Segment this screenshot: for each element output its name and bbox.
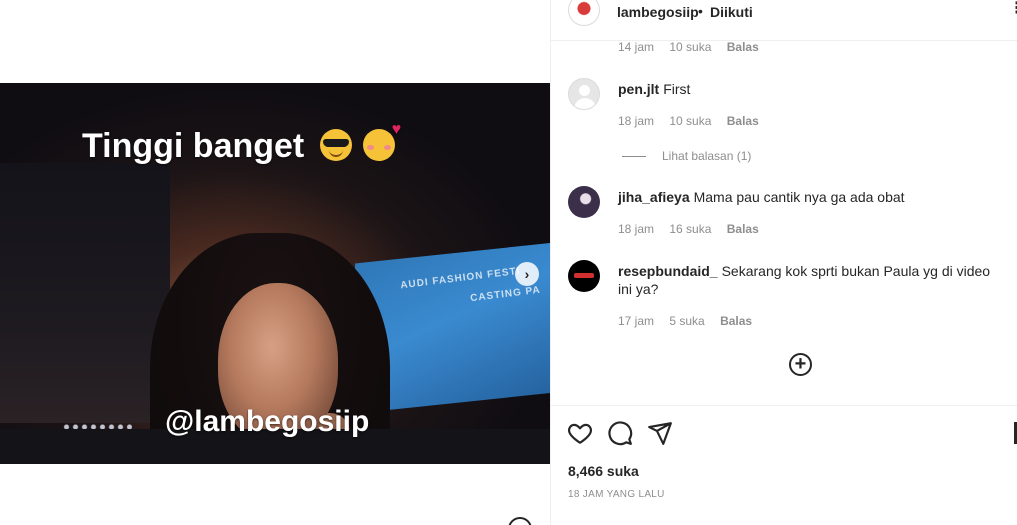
smiling-hearts-emoji-icon xyxy=(363,121,401,161)
comment-time: 14 jam xyxy=(618,40,655,54)
replies-line xyxy=(622,156,646,158)
view-replies-button[interactable]: Lihat balasan (1) xyxy=(622,149,751,163)
comment-username[interactable]: jiha_afieya xyxy=(618,189,690,205)
chevron-right-icon: › xyxy=(524,266,530,282)
video-watermark: @lambegosiip xyxy=(165,405,370,438)
comment-meta: 14 jam 10 suka Balas xyxy=(618,40,771,54)
plus-circle-icon[interactable]: + xyxy=(789,353,812,376)
comment-username[interactable]: pen.jlt xyxy=(618,81,659,97)
view-replies-label: Lihat balasan (1) xyxy=(662,149,752,163)
likes-count[interactable]: 8,466 suka xyxy=(568,463,639,479)
video-caption: Tinggi banget xyxy=(82,121,401,166)
post-actions: 8,466 suka 18 JAM YANG LALU xyxy=(551,405,1017,525)
comment-time: 18 jam xyxy=(618,114,655,128)
comment-text: jiha_afieya Mama pau cantik nya ga ada ob… xyxy=(618,188,1003,206)
account-avatar[interactable] xyxy=(568,0,600,26)
separator-dot: • xyxy=(698,3,703,19)
next-slide-button[interactable]: › xyxy=(515,262,539,286)
post-video[interactable]: AUDI FASHION FESTI CASTING PA Tinggi ban… xyxy=(0,83,550,464)
comment-meta: 18 jam 10 suka Balas xyxy=(618,114,771,128)
heart-icon[interactable] xyxy=(567,420,593,446)
logo-avatar[interactable] xyxy=(568,260,600,292)
share-icon[interactable] xyxy=(647,420,673,446)
comment-text: resepbundaid_ Sekarang kok sprti bukan Pa… xyxy=(618,262,1003,298)
post-time-ago: 18 JAM YANG LALU xyxy=(568,489,665,500)
comment-likes[interactable]: 5 suka xyxy=(669,314,704,328)
comment-body: Mama pau cantik nya ga ada obat xyxy=(693,189,905,205)
comment-username[interactable]: resepbundaid_ xyxy=(618,263,718,279)
comment-likes[interactable]: 16 suka xyxy=(669,222,711,236)
comment-likes[interactable]: 10 suka xyxy=(669,114,711,128)
reply-button[interactable]: Balas xyxy=(727,222,759,236)
bottom-circle-icon[interactable] xyxy=(508,517,532,525)
comment-text: pen.jlt First xyxy=(618,80,1003,98)
comments-panel: lambegosiip • Diikuti ⋮ 14 jam 10 suka B… xyxy=(550,0,1017,525)
comment-time: 17 jam xyxy=(618,314,655,328)
reply-button[interactable]: Balas xyxy=(727,114,759,128)
comment-meta: 17 jam 5 suka Balas xyxy=(618,314,764,328)
video-caption-text: Tinggi banget xyxy=(82,127,305,165)
comment-time: 18 jam xyxy=(618,222,655,236)
post-username[interactable]: lambegosiip xyxy=(617,4,699,20)
default-avatar[interactable] xyxy=(568,78,600,110)
comment-icon[interactable] xyxy=(607,420,633,446)
comment-likes[interactable]: 10 suka xyxy=(669,40,711,54)
sunglasses-emoji-icon xyxy=(319,129,352,161)
more-icon[interactable]: ⋮ xyxy=(1009,0,1017,18)
photo-avatar[interactable] xyxy=(568,186,600,218)
reply-button[interactable]: Balas xyxy=(720,314,752,328)
media-pane: AUDI FASHION FESTI CASTING PA Tinggi ban… xyxy=(0,0,550,525)
background-left xyxy=(0,163,170,423)
reply-button[interactable]: Balas xyxy=(727,40,759,54)
post-header: lambegosiip • Diikuti ⋮ xyxy=(551,0,1017,41)
comment-meta: 18 jam 16 suka Balas xyxy=(618,222,771,236)
comment-body: First xyxy=(663,81,691,97)
follow-status-button[interactable]: Diikuti xyxy=(710,4,753,20)
